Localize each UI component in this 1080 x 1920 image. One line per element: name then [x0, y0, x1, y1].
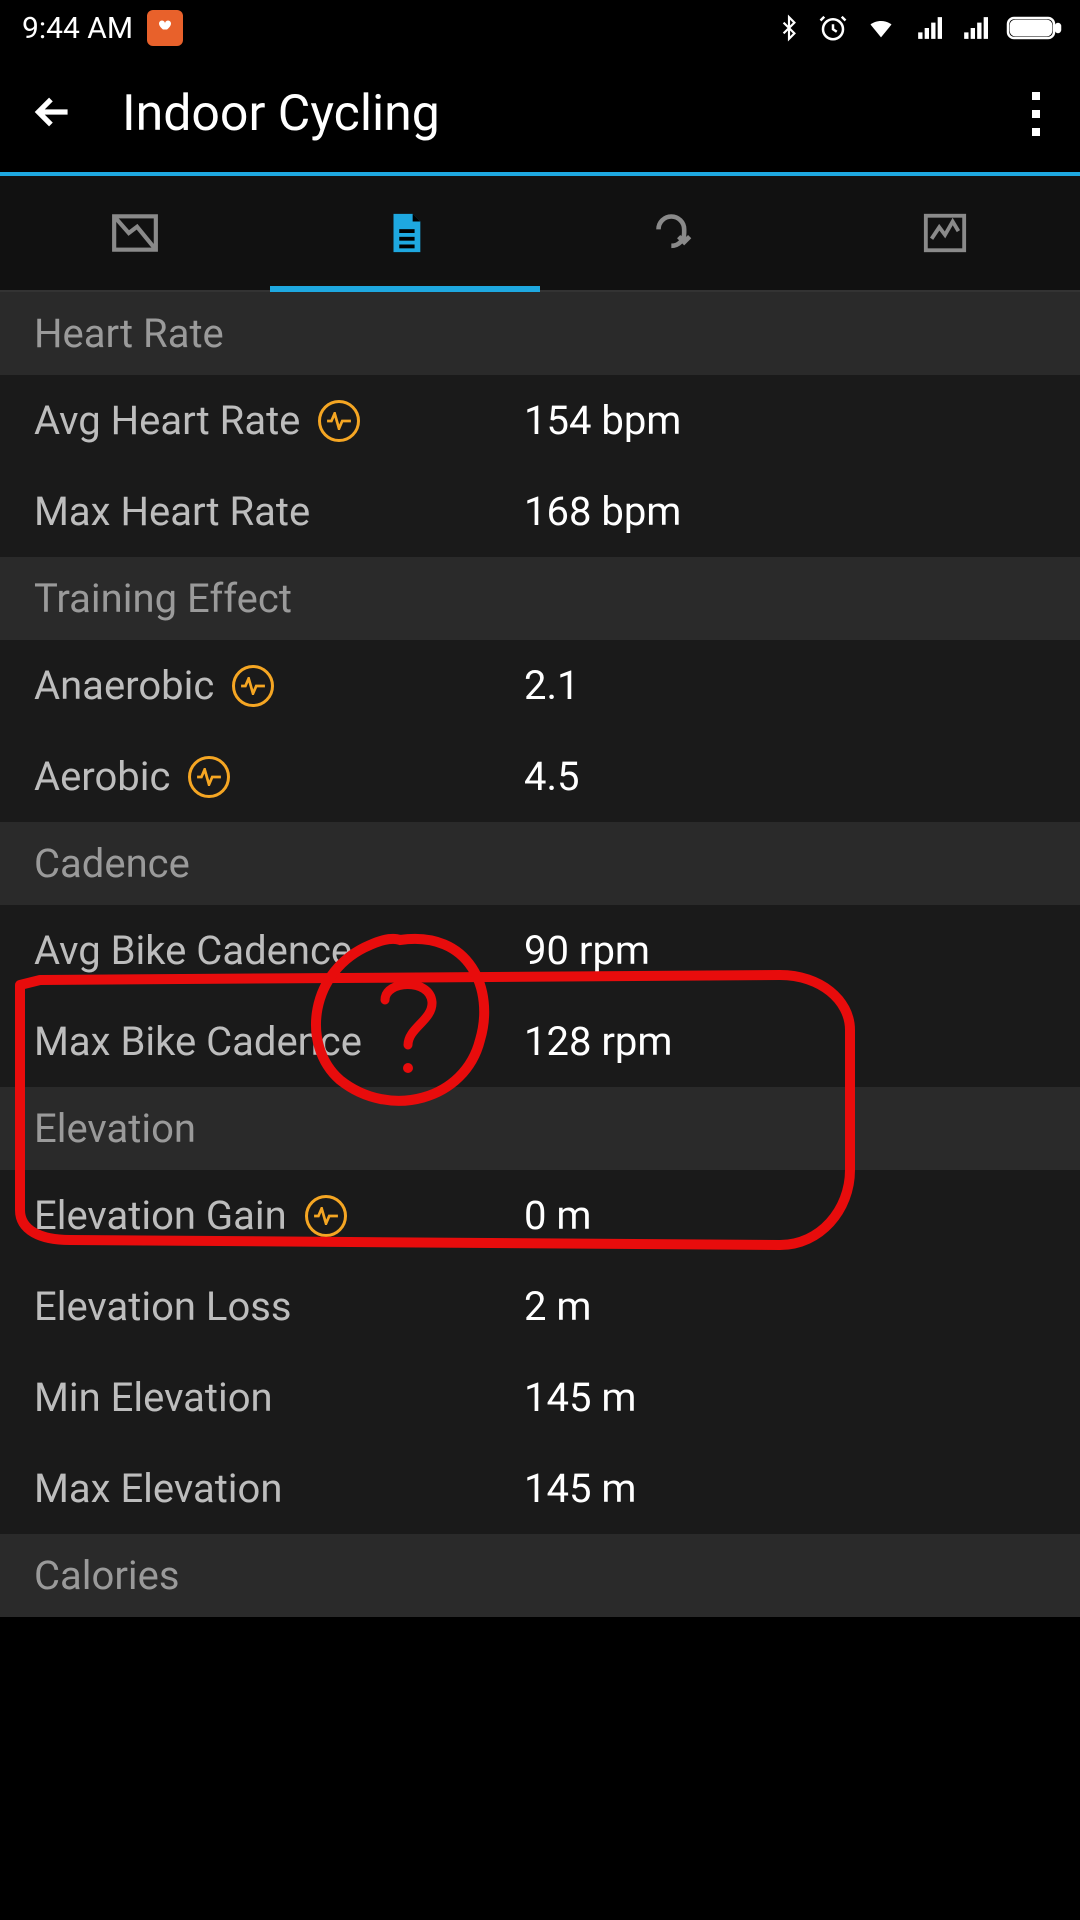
tab-map[interactable] — [0, 176, 270, 290]
alarm-icon — [818, 13, 848, 43]
row-label: Aerobic — [34, 753, 170, 800]
stats-content: Heart Rate Avg Heart Rate 154 bpm Max He… — [0, 292, 1080, 1617]
row-anaerobic[interactable]: Anaerobic 2.1 — [0, 640, 1080, 731]
row-elevation-loss[interactable]: Elevation Loss 2 m — [0, 1261, 1080, 1352]
row-min-elevation[interactable]: Min Elevation 145 m — [0, 1352, 1080, 1443]
pulse-icon — [188, 756, 230, 798]
section-heart-rate: Heart Rate — [0, 292, 1080, 375]
row-label: Elevation Loss — [34, 1283, 292, 1330]
menu-button[interactable] — [1032, 92, 1052, 136]
row-label: Anaerobic — [34, 662, 214, 709]
row-value: 128 rpm — [524, 1018, 672, 1065]
back-button[interactable] — [28, 87, 78, 141]
row-label: Elevation Gain — [34, 1192, 287, 1239]
row-max-cadence[interactable]: Max Bike Cadence 128 rpm — [0, 996, 1080, 1087]
row-value: 4.5 — [524, 753, 580, 800]
tab-stats[interactable] — [270, 176, 540, 290]
pulse-icon — [232, 665, 274, 707]
app-notification-icon — [147, 10, 183, 46]
section-training-effect: Training Effect — [0, 557, 1080, 640]
page-title: Indoor Cycling — [122, 85, 988, 143]
row-label: Min Elevation — [34, 1374, 273, 1421]
status-bar: 9:44 AM — [0, 0, 1080, 56]
signal-icon-1 — [914, 15, 944, 41]
section-cadence: Cadence — [0, 822, 1080, 905]
wifi-icon — [864, 14, 898, 42]
section-elevation: Elevation — [0, 1087, 1080, 1170]
section-calories: Calories — [0, 1534, 1080, 1617]
row-value: 90 rpm — [524, 927, 650, 974]
row-label: Max Elevation — [34, 1465, 282, 1512]
header-bar: Indoor Cycling — [0, 56, 1080, 176]
row-elevation-gain[interactable]: Elevation Gain 0 m — [0, 1170, 1080, 1261]
signal-icon-2 — [960, 15, 990, 41]
row-aerobic[interactable]: Aerobic 4.5 — [0, 731, 1080, 822]
row-value: 2 m — [524, 1283, 591, 1330]
tab-laps[interactable] — [540, 176, 810, 290]
row-value: 154 bpm — [524, 397, 681, 444]
row-label: Max Bike Cadence — [34, 1018, 362, 1065]
row-value: 168 bpm — [524, 488, 681, 535]
status-time: 9:44 AM — [22, 11, 133, 46]
row-avg-cadence[interactable]: Avg Bike Cadence 90 rpm — [0, 905, 1080, 996]
row-max-elevation[interactable]: Max Elevation 145 m — [0, 1443, 1080, 1534]
row-label: Max Heart Rate — [34, 488, 310, 535]
bluetooth-icon — [776, 12, 802, 44]
row-avg-heart-rate[interactable]: Avg Heart Rate 154 bpm — [0, 375, 1080, 466]
pulse-icon — [305, 1195, 347, 1237]
row-label: Avg Heart Rate — [34, 397, 300, 444]
row-label: Avg Bike Cadence — [34, 927, 352, 974]
row-value: 2.1 — [524, 662, 580, 709]
pulse-icon — [318, 400, 360, 442]
row-value: 145 m — [524, 1374, 636, 1421]
row-max-heart-rate[interactable]: Max Heart Rate 168 bpm — [0, 466, 1080, 557]
tab-bar — [0, 176, 1080, 292]
row-value: 145 m — [524, 1465, 636, 1512]
tab-charts[interactable] — [810, 176, 1080, 290]
row-value: 0 m — [524, 1192, 591, 1239]
battery-icon — [1006, 14, 1062, 42]
